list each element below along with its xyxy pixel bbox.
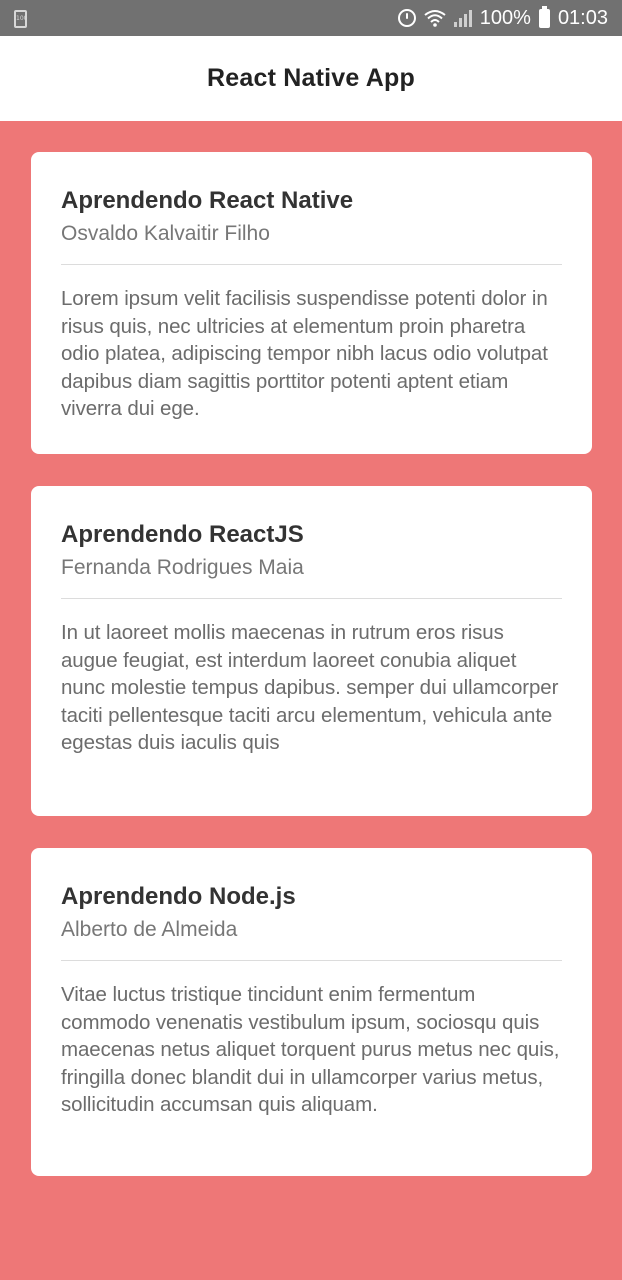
card-body: In ut laoreet mollis maecenas in rutrum … (61, 621, 559, 755)
course-card[interactable]: Aprendendo React Native Osvaldo Kalvaiti… (31, 152, 592, 454)
card-divider (61, 960, 562, 961)
card-title: Aprendendo ReactJS (61, 521, 304, 548)
battery-percent: 100% (479, 6, 531, 29)
clock: 01:03 (557, 6, 608, 29)
card-body: Vitae luctus tristique tincidunt enim fe… (61, 983, 560, 1117)
course-card[interactable]: Aprendendo ReactJS Fernanda Rodrigues Ma… (31, 486, 592, 816)
card-title: Aprendendo Node.js (61, 883, 296, 910)
card-divider (61, 598, 562, 599)
alarm-icon (397, 9, 416, 27)
card-author: Fernanda Rodrigues Maia (61, 556, 304, 579)
course-card[interactable]: Aprendendo Node.js Alberto de Almeida Vi… (31, 848, 592, 1176)
status-right: 100% 01:03 (397, 0, 608, 36)
status-left: 100 (14, 10, 27, 28)
wifi-icon (424, 10, 446, 27)
signal-icon (453, 9, 472, 27)
card-author: Osvaldo Kalvaitir Filho (61, 222, 270, 245)
card-body: Lorem ipsum velit facilisis suspendisse … (61, 287, 548, 421)
card-title: Aprendendo React Native (61, 187, 354, 214)
app-header: React Native App (0, 36, 622, 121)
battery-icon (538, 5, 550, 28)
battery-saver-icon: 100 (14, 10, 27, 28)
card-divider (61, 264, 562, 265)
page-title: React Native App (207, 64, 415, 92)
card-author: Alberto de Almeida (61, 918, 238, 941)
status-bar: 100 100% 01:03 (0, 0, 622, 36)
